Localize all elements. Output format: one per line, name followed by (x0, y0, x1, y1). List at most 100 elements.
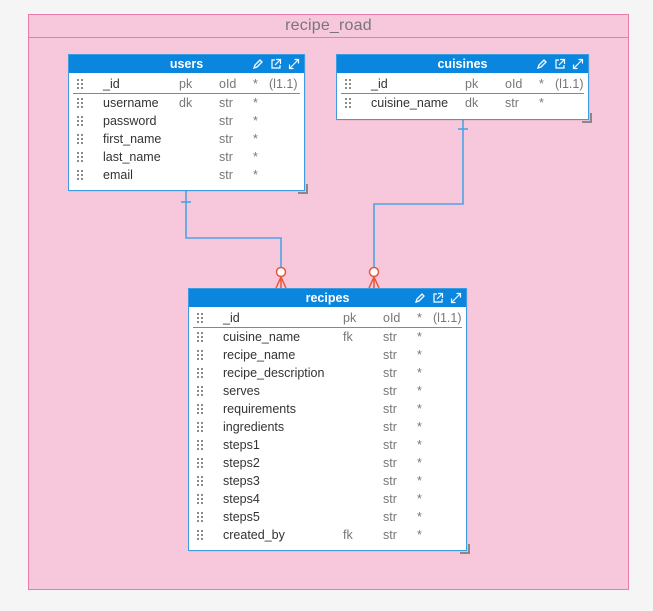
table-header-recipes[interactable]: recipes (189, 289, 466, 307)
open-external-icon[interactable] (432, 292, 444, 304)
table-row[interactable]: first_name str * (73, 130, 300, 148)
column-type: str (383, 402, 397, 416)
column-type: str (383, 492, 397, 506)
drag-handle-icon[interactable] (197, 440, 204, 450)
table-row[interactable]: _id pk oId * (l1.1) (193, 309, 462, 328)
column-type: str (219, 150, 233, 164)
table-row[interactable]: cuisine_name dk str * (341, 94, 584, 112)
column-name: email (103, 168, 133, 182)
edit-icon[interactable] (252, 58, 264, 70)
column-type: str (383, 366, 397, 380)
drag-handle-icon[interactable] (197, 422, 204, 432)
column-type: str (383, 420, 397, 434)
table-row[interactable]: steps3 str * (193, 472, 462, 490)
resize-handle-icon[interactable] (298, 184, 308, 194)
column-name: _id (223, 311, 240, 325)
drag-handle-icon[interactable] (197, 404, 204, 414)
column-name: requirements (223, 402, 296, 416)
column-cardinality: (l1.1) (269, 77, 298, 91)
table-row[interactable]: created_by fk str * (193, 526, 462, 544)
edit-icon[interactable] (536, 58, 548, 70)
column-cardinality: (l1.1) (433, 311, 462, 325)
drag-handle-icon[interactable] (197, 350, 204, 360)
table-row[interactable]: recipe_description str * (193, 364, 462, 382)
resize-handle-icon[interactable] (582, 113, 592, 123)
column-required: * (417, 402, 422, 416)
drag-handle-icon[interactable] (197, 332, 204, 342)
column-required: * (417, 384, 422, 398)
drag-handle-icon[interactable] (77, 98, 84, 108)
expand-icon[interactable] (288, 58, 300, 70)
expand-icon[interactable] (450, 292, 462, 304)
drag-handle-icon[interactable] (197, 368, 204, 378)
drag-handle-icon[interactable] (197, 512, 204, 522)
drag-handle-icon[interactable] (197, 494, 204, 504)
edit-icon[interactable] (414, 292, 426, 304)
drag-handle-icon[interactable] (77, 152, 84, 162)
drag-handle-icon[interactable] (197, 476, 204, 486)
table-row[interactable]: _id pk oId * (l1.1) (73, 75, 300, 94)
column-type: str (383, 510, 397, 524)
drag-handle-icon[interactable] (77, 170, 84, 180)
table-row[interactable]: steps2 str * (193, 454, 462, 472)
column-required: * (253, 77, 258, 91)
column-key: pk (343, 311, 357, 325)
diagram-canvas[interactable]: recipe_road users _id pk oId * (l1.1) usernam… (0, 0, 653, 611)
table-cuisines[interactable]: cuisines _id pk oId * (l1.1) cuisine_name dk st… (336, 54, 592, 123)
table-rows: _id pk oId * (l1.1) username dk str * password str… (69, 73, 304, 186)
expand-icon[interactable] (572, 58, 584, 70)
column-name: password (103, 114, 157, 128)
header-icons (252, 55, 300, 73)
column-type: str (383, 348, 397, 362)
table-row[interactable]: steps1 str * (193, 436, 462, 454)
drag-handle-icon[interactable] (197, 313, 204, 323)
table-row[interactable]: last_name str * (73, 148, 300, 166)
column-type: str (219, 96, 233, 110)
column-required: * (417, 456, 422, 470)
column-required: * (253, 150, 258, 164)
column-type: str (383, 456, 397, 470)
column-name: steps3 (223, 474, 260, 488)
drag-handle-icon[interactable] (345, 79, 352, 89)
table-recipes[interactable]: recipes _id pk oId * (l1.1) cuisine_name fk str… (188, 288, 470, 554)
optional-marker-recipes-users (275, 266, 287, 278)
table-row[interactable]: cuisine_name fk str * (193, 328, 462, 346)
table-row[interactable]: steps5 str * (193, 508, 462, 526)
table-row[interactable]: recipe_name str * (193, 346, 462, 364)
drag-handle-icon[interactable] (77, 134, 84, 144)
table-row[interactable]: _id pk oId * (l1.1) (341, 75, 584, 94)
column-type: str (383, 474, 397, 488)
drag-handle-icon[interactable] (197, 458, 204, 468)
open-external-icon[interactable] (554, 58, 566, 70)
open-external-icon[interactable] (270, 58, 282, 70)
table-row[interactable]: requirements str * (193, 400, 462, 418)
column-name: _id (103, 77, 120, 91)
column-type: str (383, 438, 397, 452)
column-name: recipe_name (223, 348, 296, 362)
column-key: fk (343, 528, 353, 542)
table-row[interactable]: steps4 str * (193, 490, 462, 508)
column-name: _id (371, 77, 388, 91)
table-header-cuisines[interactable]: cuisines (337, 55, 588, 73)
column-type: str (219, 114, 233, 128)
relation-users-recipes[interactable] (185, 191, 282, 268)
drag-handle-icon[interactable] (197, 386, 204, 396)
resize-handle-icon[interactable] (460, 544, 470, 554)
table-row[interactable]: email str * (73, 166, 300, 184)
table-row[interactable]: password str * (73, 112, 300, 130)
column-required: * (417, 420, 422, 434)
drag-handle-icon[interactable] (77, 79, 84, 89)
drag-handle-icon[interactable] (345, 98, 352, 108)
drag-handle-icon[interactable] (197, 530, 204, 540)
table-header-users[interactable]: users (69, 55, 304, 73)
table-row[interactable]: username dk str * (73, 94, 300, 112)
table-row[interactable]: ingredients str * (193, 418, 462, 436)
relation-cuisines-recipes[interactable] (373, 120, 464, 268)
column-required: * (253, 96, 258, 110)
column-name: username (103, 96, 159, 110)
column-required: * (417, 348, 422, 362)
table-row[interactable]: serves str * (193, 382, 462, 400)
drag-handle-icon[interactable] (77, 116, 84, 126)
table-users[interactable]: users _id pk oId * (l1.1) username dk str * passw… (68, 54, 308, 194)
column-type: str (219, 132, 233, 146)
